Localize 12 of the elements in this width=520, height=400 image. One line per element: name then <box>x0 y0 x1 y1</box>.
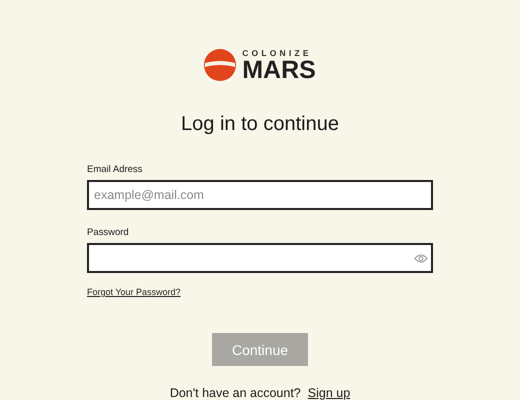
password-field[interactable] <box>87 243 433 273</box>
signup-link[interactable]: Sign up <box>308 386 350 400</box>
forgot-password-link[interactable]: Forgot Your Password? <box>87 287 181 297</box>
email-field[interactable]: example@mail.com <box>87 180 433 210</box>
planet-icon <box>204 49 236 81</box>
logo-wordmark: MARS <box>242 58 316 82</box>
field-label: Password <box>87 227 130 239</box>
logo-tagline: COLONIZE <box>242 48 313 58</box>
signup-prompt: Don't have an account? <box>170 386 301 400</box>
page-title: Log in to continue <box>181 112 339 136</box>
field-label: Email Adress <box>87 164 144 176</box>
eye-icon[interactable] <box>414 253 428 264</box>
